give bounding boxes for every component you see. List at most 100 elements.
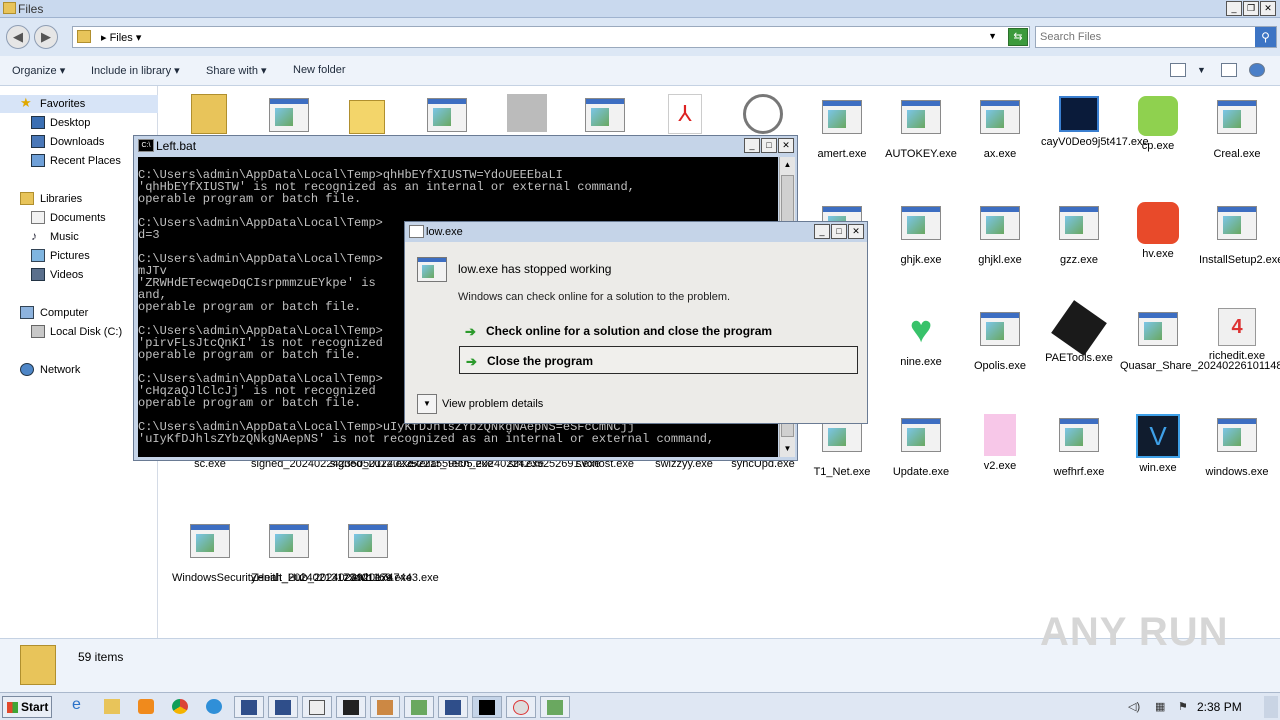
taskbar-item[interactable] [336,696,366,718]
file-item[interactable]: amert.exe [804,96,880,161]
taskbar-item[interactable] [268,696,298,718]
forward-button[interactable]: ▶ [34,25,58,49]
close-button[interactable]: ✕ [1260,1,1276,16]
file-item[interactable]: cayV0Deo9j5t417.exe [1041,96,1149,149]
maximize-button[interactable]: ❐ [1243,1,1259,16]
address-input[interactable]: ▸ Files ▾ ▼ [72,26,1030,48]
file-item[interactable]: 4 richedit.exe [1199,308,1275,363]
file-item[interactable]: AUTOKEY.exe [883,96,959,161]
taskbar-item[interactable] [370,696,400,718]
dialog-message: Windows can check online for a solution … [458,291,731,303]
close-button[interactable]: ✕ [848,224,864,239]
network-tray-icon[interactable]: ▦ [1155,700,1165,713]
file-item[interactable]: wefhrf.exe [1041,414,1117,479]
file-item[interactable]: ♥ nine.exe [883,308,959,369]
share-with-button[interactable]: Share with ▾ [206,64,267,77]
search-input[interactable] [1040,29,1250,45]
ie-taskbar-icon[interactable]: e [66,696,96,718]
file-item[interactable]: zxcvb.exe [330,520,406,585]
file-item[interactable]: Quasar_Share_20240226101148498.exe [1120,308,1280,373]
show-desktop-button[interactable] [1264,696,1278,718]
cmd-title: Left.bat [156,139,197,153]
file-item[interactable]: Creal.exe [1199,96,1275,161]
media-player-taskbar-icon[interactable] [132,696,162,718]
search-icon[interactable]: ⚲ [1255,27,1276,47]
include-in-library-button[interactable]: Include in library ▾ [91,64,180,77]
file-item[interactable]: ax.exe [962,96,1038,161]
recent-places-icon [31,154,45,167]
file-item[interactable] [171,94,247,138]
file-item[interactable]: PAETools.exe [1041,300,1117,365]
taskbar-item[interactable] [506,696,536,718]
back-button[interactable]: ◀ [6,25,30,49]
file-item[interactable]: WindowsSecurityHealt_20240213173401169.e… [172,520,412,585]
taskbar-item[interactable] [404,696,434,718]
check-online-option[interactable]: ➔ Check online for a solution and close … [459,317,858,345]
scroll-up-icon[interactable]: ▲ [781,157,794,173]
explorer-title-bar: Files _ ❐ ✕ [0,0,1280,18]
view-dropdown-icon[interactable]: ▼ [1197,65,1206,75]
generic-file-icon [507,94,547,132]
help-icon[interactable] [1249,63,1265,77]
window-title: Files [18,2,44,16]
minimize-button[interactable]: _ [1226,1,1242,16]
exe-icon [978,100,1022,144]
videos-icon [31,268,45,281]
file-item[interactable]: Update.exe [883,414,959,479]
exe-icon [188,524,232,568]
file-item[interactable]: windows.exe [1199,414,1275,479]
address-dropdown-icon[interactable]: ▼ [988,31,997,41]
file-item[interactable] [725,94,801,138]
minimize-button[interactable]: _ [814,224,830,239]
file-item[interactable]: InstallSetup2.exe [1199,202,1280,267]
volume-icon[interactable]: ◁) [1128,700,1140,713]
sidebar-item-favorites[interactable]: ★ Favorites [0,95,158,113]
view-details-link[interactable]: View problem details [442,398,543,410]
file-item[interactable]: hv.exe [1120,202,1196,261]
star-icon: ★ [20,95,32,110]
file-item[interactable]: ⅄ [647,94,723,138]
exe-icon [267,524,311,568]
organize-button[interactable]: Organize ▾ [12,64,65,77]
dialog-title-bar[interactable]: low.exe _ □ ✕ [405,222,867,242]
file-item[interactable]: Vwin.exe [1120,414,1196,475]
preview-pane-icon[interactable] [1221,63,1237,77]
minimize-button[interactable]: _ [744,138,760,153]
search-box[interactable]: ⚲ [1035,26,1277,48]
clock[interactable]: 2:38 PM [1197,700,1242,714]
sidebar-item-desktop[interactable]: Desktop [0,114,158,132]
expand-details-icon[interactable]: ▼ [417,394,437,414]
file-item[interactable]: ghjk.exe [883,202,959,267]
close-button[interactable]: ✕ [778,138,794,153]
app-icon [409,225,424,238]
maximize-button[interactable]: □ [831,224,847,239]
error-dialog[interactable]: low.exe _ □ ✕ low.exe has stopped workin… [404,221,868,424]
taskbar-item[interactable] [234,696,264,718]
file-item[interactable]: v2.exe [962,414,1038,473]
explorer-taskbar-icon[interactable] [98,696,128,718]
refresh-button[interactable]: ⇆ [1008,28,1028,46]
taskbar-item[interactable] [438,696,468,718]
file-item[interactable]: gzz.exe [1041,202,1117,267]
file-item[interactable]: ghjkl.exe [962,202,1038,267]
file-item[interactable]: cp.exe [1120,96,1196,153]
file-item[interactable] [489,94,565,136]
flag-tray-icon[interactable]: ⚑ [1178,700,1188,713]
breadcrumb[interactable]: ▸ Files ▾ [101,31,141,44]
new-folder-button[interactable]: New folder [293,64,346,76]
file-item[interactable] [329,94,405,138]
start-button[interactable]: Start [2,696,52,718]
cmd-title-bar[interactable]: C:\ Left.bat _ □ ✕ [134,136,797,155]
taskbar-item[interactable] [302,696,332,718]
close-program-option[interactable]: ➔ Close the program [459,346,858,374]
scroll-down-icon[interactable]: ▼ [781,441,794,457]
file-item[interactable]: Opolis.exe [962,308,1038,373]
taskbar-item[interactable] [540,696,570,718]
taskbar: Start e ◁) ▦ ⚑ 2:38 PM [0,692,1280,720]
view-options-icon[interactable] [1170,63,1186,77]
cmd-taskbar-item[interactable] [472,696,502,718]
chrome-taskbar-icon[interactable] [166,696,196,718]
maximize-button[interactable]: □ [761,138,777,153]
edge-taskbar-icon[interactable] [200,696,230,718]
file-item[interactable]: Zenith_Hub_20240229201747443.exe [251,520,439,585]
